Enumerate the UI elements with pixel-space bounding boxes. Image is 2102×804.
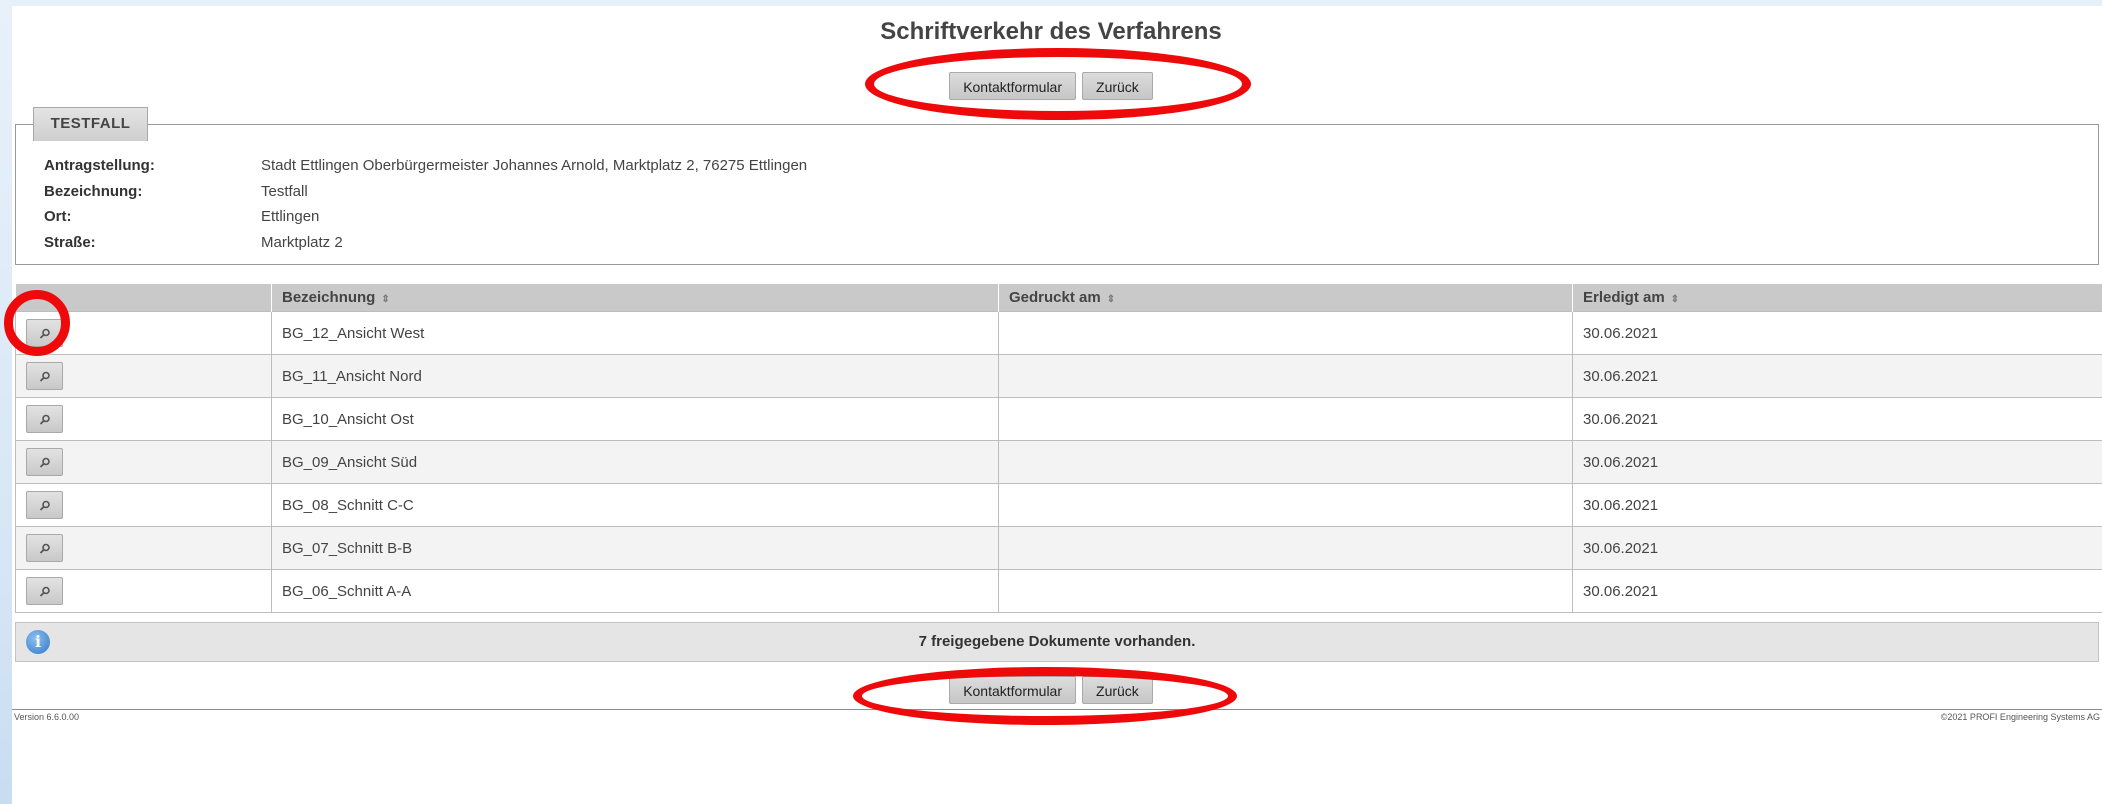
column-header-label: Erledigt am (1583, 289, 1665, 306)
cell-erledigt: 30.06.2021 (1572, 569, 2102, 613)
cell-erledigt: 30.06.2021 (1572, 440, 2102, 484)
column-header-label: Gedruckt am (1009, 289, 1101, 306)
sort-icon: ⇕ (381, 294, 390, 305)
cell-erledigt: 30.06.2021 (1572, 526, 2102, 570)
magnifier-icon (39, 371, 50, 382)
zurueck-button[interactable]: Zurück (1082, 676, 1153, 704)
cell-bezeichnung: BG_12_Ansicht West (271, 311, 999, 355)
magnifier-icon (39, 500, 50, 511)
magnifier-icon (39, 586, 50, 597)
cell-gedruckt (998, 440, 1573, 484)
page-top-edge (0, 0, 2102, 6)
footer-divider (12, 709, 2102, 710)
zurueck-button[interactable]: Zurück (1082, 72, 1153, 100)
field-value: Ettlingen (261, 208, 320, 225)
top-action-bar: Kontaktformular Zurück (0, 72, 2102, 100)
kontaktformular-button[interactable]: Kontaktformular (949, 676, 1077, 704)
info-message-bar: i 7 freigegebene Dokumente vorhanden. (15, 622, 2099, 662)
sort-icon: ⇕ (1106, 294, 1116, 305)
column-header-label: Bezeichnung (282, 289, 376, 306)
column-header-bezeichnung[interactable]: Bezeichnung ⇕ (271, 284, 999, 312)
field-value: Stadt Ettlingen Oberbürgermeister Johann… (261, 157, 808, 174)
table-row: BG_09_Ansicht Süd 30.06.2021 (15, 440, 2102, 484)
view-document-button[interactable] (26, 362, 63, 390)
cell-gedruckt (998, 397, 1573, 441)
row-action-cell (15, 354, 272, 398)
cell-gedruckt (998, 526, 1573, 570)
cell-bezeichnung: BG_11_Ansicht Nord (271, 354, 999, 398)
view-document-button[interactable] (26, 577, 63, 605)
row-action-cell (15, 526, 272, 570)
row-action-cell (15, 483, 272, 527)
table-row: BG_07_Schnitt B-B 30.06.2021 (15, 526, 2102, 570)
info-message: 7 freigegebene Dokumente vorhanden. (918, 633, 1196, 650)
magnifier-icon (39, 457, 50, 468)
table-row: BG_11_Ansicht Nord 30.06.2021 (15, 354, 2102, 398)
field-label: Antragstellung: (44, 157, 155, 174)
magnifier-icon (39, 328, 50, 339)
sort-icon: ⇕ (1670, 294, 1680, 305)
table-row: BG_06_Schnitt A-A 30.06.2021 (15, 569, 2102, 613)
cell-bezeichnung: BG_10_Ansicht Ost (271, 397, 999, 441)
row-action-cell (15, 311, 272, 355)
row-action-cell (15, 440, 272, 484)
cell-erledigt: 30.06.2021 (1572, 483, 2102, 527)
cell-erledigt: 30.06.2021 (1572, 397, 2102, 441)
view-document-button[interactable] (26, 534, 63, 562)
row-action-cell (15, 569, 272, 613)
view-document-button[interactable] (26, 491, 63, 519)
bottom-action-bar: Kontaktformular Zurück (0, 676, 2102, 704)
copyright-label: ©2021 PROFI Engineering Systems AG (1940, 712, 2100, 722)
documents-table: Bezeichnung ⇕ Gedruckt am ⇕ Erledigt am ⇕ B… (15, 284, 2102, 613)
cell-bezeichnung: BG_08_Schnitt C-C (271, 483, 999, 527)
table-row: BG_12_Ansicht West 30.06.2021 (15, 311, 2102, 355)
cell-gedruckt (998, 569, 1573, 613)
table-header-row: Bezeichnung ⇕ Gedruckt am ⇕ Erledigt am ⇕ (15, 284, 2102, 312)
cell-bezeichnung: BG_07_Schnitt B-B (271, 526, 999, 570)
magnifier-icon (39, 543, 50, 554)
column-header-action (15, 284, 272, 312)
cell-erledigt: 30.06.2021 (1572, 311, 2102, 355)
magnifier-icon (39, 414, 50, 425)
column-header-erledigt[interactable]: Erledigt am ⇕ (1572, 284, 2102, 312)
column-header-gedruckt[interactable]: Gedruckt am ⇕ (998, 284, 1573, 312)
case-legend: TESTFALL (33, 107, 148, 141)
cell-gedruckt (998, 311, 1573, 355)
cell-gedruckt (998, 483, 1573, 527)
page-title: Schriftverkehr des Verfahrens (880, 18, 1222, 45)
cell-bezeichnung: BG_06_Schnitt A-A (271, 569, 999, 613)
kontaktformular-button[interactable]: Kontaktformular (949, 72, 1077, 100)
field-label: Ort: (44, 208, 72, 225)
table-row: BG_10_Ansicht Ost 30.06.2021 (15, 397, 2102, 441)
view-document-button[interactable] (26, 405, 63, 433)
cell-gedruckt (998, 354, 1573, 398)
field-value: Marktplatz 2 (261, 234, 343, 251)
field-label: Straße: (44, 234, 96, 251)
version-label: Version 6.6.0.00 (14, 712, 80, 722)
field-value: Testfall (261, 183, 308, 200)
cell-erledigt: 30.06.2021 (1572, 354, 2102, 398)
field-label: Bezeichnung: (44, 183, 143, 200)
row-action-cell (15, 397, 272, 441)
view-document-button[interactable] (26, 319, 63, 347)
table-row: BG_08_Schnitt C-C 30.06.2021 (15, 483, 2102, 527)
view-document-button[interactable] (26, 448, 63, 476)
cell-bezeichnung: BG_09_Ansicht Süd (271, 440, 999, 484)
